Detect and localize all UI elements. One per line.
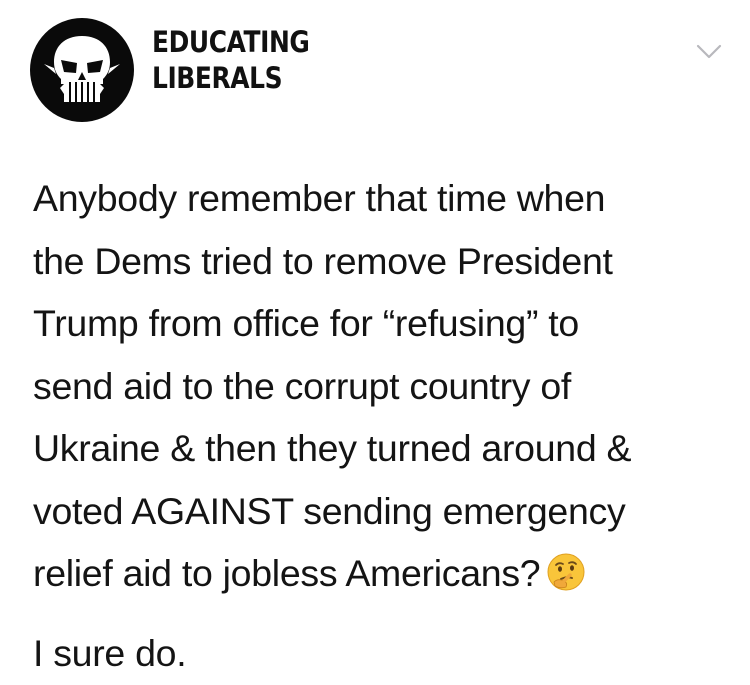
tweet-line: Trump from office for “refusing” to [33, 302, 579, 344]
tweet-line: send aid to the corrupt country of [33, 364, 572, 407]
tweet-text: Anybody remember that time when the Dems… [33, 167, 733, 605]
account-name[interactable]: EDUCATING LIBERALS [152, 24, 310, 96]
chevron-down-icon [696, 44, 722, 59]
tweet-closing-line: I sure do. [33, 632, 187, 674]
tweet-line: relief aid to jobless Americans? [33, 552, 541, 594]
tweet-line: Anybody remember that time when [33, 177, 606, 219]
account-name-line-1: EDUCATING [152, 25, 310, 59]
punisher-skull-icon [44, 36, 120, 102]
tweet-line: voted AGAINST sending emergency [33, 489, 626, 532]
thinking-face-emoji-icon [547, 553, 585, 591]
tweet-line: the Dems tried to remove President [33, 239, 613, 282]
account-name-line-2: LIBERALS [152, 61, 283, 95]
more-options-button[interactable] [694, 40, 724, 64]
post-header: EDUCATING LIBERALS [0, 0, 750, 130]
account-avatar[interactable] [30, 18, 134, 122]
tweet-line: Ukraine & then they turned around & [33, 427, 632, 469]
tweet-line-with-emoji: relief aid to jobless Americans? [33, 542, 733, 605]
